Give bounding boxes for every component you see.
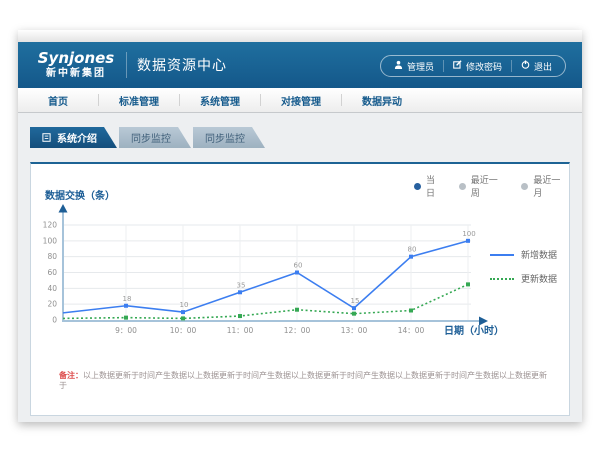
page-title: 数据资源中心 [137, 55, 227, 75]
svg-text:120: 120 [43, 221, 58, 230]
logo-subtext: 新中新集团 [34, 69, 118, 79]
svg-text:10：00: 10：00 [170, 326, 197, 335]
svg-text:60: 60 [47, 268, 57, 277]
current-user-button[interactable]: 管理员 [385, 60, 443, 72]
legend-item-new-data[interactable]: 新增数据 [490, 248, 557, 261]
legend-item-updated-data[interactable]: 更新数据 [490, 272, 557, 285]
change-password-button[interactable]: 修改密码 [443, 60, 511, 72]
company-logo: Synjones 新中新集团 [34, 51, 118, 79]
time-filter-option[interactable]: 最近一月 [521, 173, 569, 199]
time-filter-group: 当日 最近一周 最近一月 [414, 173, 569, 199]
radio-icon [414, 183, 421, 190]
logout-button[interactable]: 退出 [511, 60, 561, 72]
nav-item-standard-mgmt[interactable]: 标准管理 [99, 93, 179, 108]
main-nav: 首页 标准管理 系统管理 对接管理 数据异动 [18, 88, 582, 113]
svg-text:0: 0 [52, 316, 57, 325]
svg-text:20: 20 [47, 300, 57, 309]
tab-label: 同步监控 [205, 130, 245, 145]
svg-text:40: 40 [47, 284, 57, 293]
window-top-strip [18, 30, 582, 42]
legend-label: 新增数据 [521, 248, 557, 261]
svg-text:11：00: 11：00 [227, 326, 254, 335]
tab-system-intro[interactable]: 系统介绍 [30, 127, 117, 148]
remark-text: 以上数据更新于时间产生数据以上数据更新于时间产生数据以上数据更新于时间产生数据以… [59, 371, 547, 390]
remark-note: 备注：以上数据更新于时间产生数据以上数据更新于时间产生数据以上数据更新于时间产生… [59, 371, 549, 392]
svg-text:9：00: 9：00 [115, 326, 137, 335]
svg-text:100: 100 [462, 230, 475, 238]
time-filter-option[interactable]: 当日 [414, 173, 444, 199]
radio-label: 最近一月 [533, 173, 569, 199]
edit-icon [453, 60, 466, 72]
svg-text:60: 60 [294, 262, 303, 270]
tab-label: 同步监控 [131, 130, 171, 145]
svg-text:12：00: 12：00 [284, 326, 311, 335]
x-axis-title: 日期（小时） [444, 322, 504, 337]
svg-text:10: 10 [180, 301, 189, 309]
time-filter-option[interactable]: 最近一周 [459, 173, 507, 199]
logout-label: 退出 [534, 60, 552, 73]
chart-legend: 新增数据 更新数据 [490, 248, 557, 296]
radio-label: 当日 [426, 173, 444, 199]
svg-text:100: 100 [43, 236, 58, 245]
svg-text:80: 80 [408, 246, 417, 254]
radio-label: 最近一周 [471, 173, 507, 199]
solid-line-icon [490, 254, 514, 256]
nav-item-interface-mgmt[interactable]: 对接管理 [261, 93, 341, 108]
svg-text:15: 15 [351, 297, 360, 305]
line-chart: 0 20 40 60 80 100 120 9：00 10：00 11：00 12：00 13：00 1… [31, 204, 501, 344]
logo-text: Synjones [34, 51, 118, 66]
y-axis-title: 数据交换（条） [45, 187, 115, 202]
svg-text:35: 35 [237, 281, 246, 289]
user-icon [394, 60, 407, 72]
document-icon [42, 133, 51, 142]
svg-text:18: 18 [123, 295, 132, 303]
app-window: Synjones 新中新集团 数据资源中心 管理员 修改密码 [18, 30, 582, 422]
radio-icon [521, 183, 528, 190]
app-header: Synjones 新中新集团 数据资源中心 管理员 修改密码 [18, 42, 582, 88]
nav-item-system-mgmt[interactable]: 系统管理 [180, 93, 260, 108]
power-icon [521, 60, 534, 72]
tab-label: 系统介绍 [57, 130, 97, 145]
content-area: 系统介绍 同步监控 同步监控 当日 最近一周 [18, 127, 582, 437]
nav-item-home[interactable]: 首页 [18, 93, 98, 108]
remark-prefix: 备注： [59, 371, 83, 380]
nav-item-data-change[interactable]: 数据异动 [342, 93, 422, 108]
tab-bar: 系统介绍 同步监控 同步监控 [30, 127, 582, 148]
radio-icon [459, 183, 466, 190]
svg-text:14：00: 14：00 [398, 326, 425, 335]
legend-label: 更新数据 [521, 272, 557, 285]
dotted-line-icon [490, 278, 514, 280]
svg-text:80: 80 [47, 252, 57, 261]
chart-panel: 当日 最近一周 最近一月 数据交换（条） 0 20 40 60 80 100 120 9：00… [30, 162, 570, 416]
change-password-label: 修改密码 [466, 60, 502, 73]
user-toolbar: 管理员 修改密码 退出 [380, 55, 566, 77]
user-name-label: 管理员 [407, 60, 434, 73]
tab-sync-monitor-2[interactable]: 同步监控 [193, 127, 265, 148]
svg-text:13：00: 13：00 [341, 326, 368, 335]
header-divider [126, 52, 127, 78]
tab-sync-monitor-1[interactable]: 同步监控 [119, 127, 191, 148]
